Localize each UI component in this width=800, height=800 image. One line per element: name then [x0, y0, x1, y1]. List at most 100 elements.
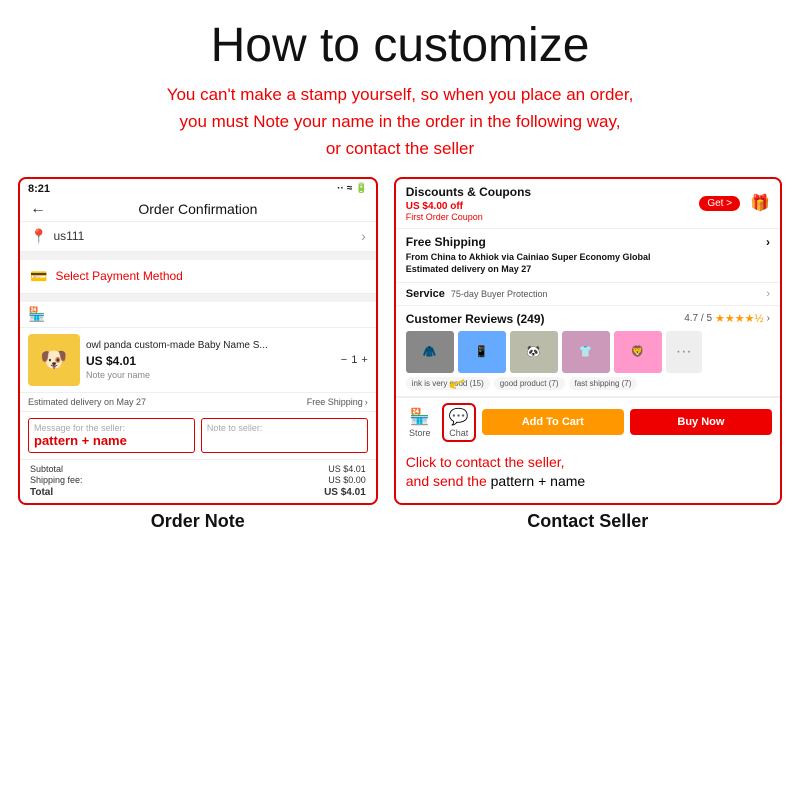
discount-right: Get > 🎁	[699, 193, 770, 213]
qty-control[interactable]: − 1 +	[341, 354, 368, 366]
click-seller-annotation: Click to contact the seller, and send th…	[396, 447, 780, 492]
and-send-text: and send the	[406, 473, 491, 489]
total-value: US $4.01	[324, 487, 366, 498]
reviews-rating: 4.7 / 5 ★★★★½ ›	[684, 312, 770, 325]
chat-button[interactable]: 💬 Chat	[442, 403, 476, 442]
note-seller-box[interactable]: Note to seller:	[201, 418, 368, 453]
address-row[interactable]: 📍 us111 ›	[20, 222, 376, 252]
review-thumb-4: 👕	[562, 331, 610, 373]
review-thumb-3: 🐼	[510, 331, 558, 373]
subtotal-value: US $4.01	[328, 464, 366, 474]
shipping-title-text: Free Shipping	[406, 235, 486, 249]
reviews-title: Customer Reviews (249)	[406, 312, 545, 326]
qty-minus[interactable]: −	[341, 354, 347, 366]
note-label: Note your name	[86, 370, 335, 380]
page-wrapper: How to customize You can't make a stamp …	[0, 0, 800, 532]
store-icon: 🏪	[410, 407, 430, 427]
reviews-chevron: ›	[767, 313, 770, 324]
chat-icon: 💬	[449, 407, 469, 427]
service-label: Service	[406, 288, 445, 300]
review-thumb-2: 📱	[458, 331, 506, 373]
product-price: US $4.01	[86, 354, 335, 368]
location-icon: 📍	[30, 228, 47, 245]
page-title: How to customize	[0, 0, 800, 81]
discount-label: First Order Coupon	[406, 212, 531, 222]
discount-offer: US $4.00 off	[406, 201, 531, 212]
payment-icon: 💳	[30, 268, 47, 285]
review-tag-3: fast shipping (7)	[569, 377, 638, 390]
product-row: 🐶 owl panda custom-made Baby Name S... U…	[20, 328, 376, 393]
delivery-row: Estimated delivery on May 27 Free Shippi…	[20, 393, 376, 412]
reviews-header: Customer Reviews (249) 4.7 / 5 ★★★★½ ›	[406, 312, 770, 326]
shipping-fee-label: Shipping fee:	[30, 475, 83, 485]
review-thumb-5: 🦁	[614, 331, 662, 373]
wifi-icon: ≈	[347, 183, 353, 194]
product-name: owl panda custom-made Baby Name S...	[86, 339, 335, 352]
add-to-cart-button[interactable]: Add To Cart	[482, 409, 624, 435]
store-icon-row: 🏪	[20, 302, 376, 328]
subtitle-line1: You can't make a stamp yourself, so when…	[30, 81, 770, 108]
left-panel-label: Order Note	[18, 511, 378, 532]
shipping-fee-row: Shipping fee: US $0.00	[30, 475, 366, 485]
divider-2	[20, 294, 376, 302]
review-thumb-more: ···	[666, 331, 702, 373]
review-thumb-1: 🧥	[406, 331, 454, 373]
coupon-icon: 🎁	[750, 193, 770, 213]
service-chevron: ›	[766, 288, 770, 300]
chat-label: Chat	[449, 428, 468, 438]
shipping-chevron-icon: ›	[766, 235, 770, 249]
status-bar: 8:21 ·· ≈ 🔋	[20, 179, 376, 197]
store-icon: 🏪	[28, 306, 45, 322]
shipping-delivery: Estimated delivery on May 27	[406, 264, 532, 274]
subtitle-line3: or contact the seller	[30, 135, 770, 162]
review-thumbnails: 🧥 📱 🐼 👕 🦁 ···	[406, 331, 770, 373]
divider-1	[20, 252, 376, 260]
panels-container: 8:21 ·· ≈ 🔋 ← Order Confirmation 📍 us111…	[0, 177, 800, 505]
shipping-chevron: ›	[365, 397, 368, 407]
qty-plus[interactable]: +	[361, 354, 367, 366]
payment-label: Select Payment Method	[55, 269, 182, 283]
back-button[interactable]: ←	[30, 200, 46, 218]
product-emoji: 🐶	[40, 347, 67, 373]
get-coupon-button[interactable]: Get >	[699, 196, 740, 211]
product-thumbnail: 🐶	[28, 334, 80, 386]
discount-title: Discounts & Coupons	[406, 185, 531, 199]
click-line1: Click to contact the seller,	[406, 453, 770, 473]
service-value: 75-day Buyer Protection	[451, 289, 548, 299]
store-label: Store	[409, 428, 431, 438]
product-info: owl panda custom-made Baby Name S... US …	[86, 339, 335, 380]
right-panel-label: Contact Seller	[394, 511, 782, 532]
subtotal-row: Subtotal US $4.01	[30, 464, 366, 474]
phone-header: ← Order Confirmation	[20, 197, 376, 222]
shipping-section: Free Shipping › From China to Akhiok via…	[396, 229, 780, 283]
message-boxes: Message for the seller: pattern + name N…	[20, 412, 376, 460]
rating-value: 4.7 / 5	[684, 313, 712, 324]
msg-seller-label: Message for the seller:	[34, 423, 189, 433]
shipping-title: Free Shipping ›	[406, 235, 770, 249]
chevron-icon: ›	[361, 228, 366, 244]
service-section: Service 75-day Buyer Protection ›	[396, 283, 780, 306]
subtitle-line2: you must Note your name in the order in …	[30, 108, 770, 135]
battery-icon: 🔋	[355, 183, 367, 194]
buy-now-button[interactable]: Buy Now	[630, 409, 772, 435]
discount-info: Discounts & Coupons US $4.00 off First O…	[406, 185, 531, 222]
message-seller-box[interactable]: Message for the seller: pattern + name	[28, 418, 195, 453]
totals-section: Subtotal US $4.01 Shipping fee: US $0.00…	[20, 460, 376, 503]
note-seller-label: Note to seller:	[207, 423, 362, 433]
stars-icon: ★★★★½	[715, 312, 764, 325]
pattern-name-annotation: pattern + name	[491, 473, 586, 489]
bottom-bar: ↙ 🏪 Store 💬 Chat Add To Cart Buy Now	[396, 397, 780, 447]
total-row: Total US $4.01	[30, 487, 366, 498]
store-button[interactable]: 🏪 Store	[404, 407, 436, 438]
review-tag-2: good product (7)	[494, 377, 565, 390]
shipping-fee-value: US $0.00	[328, 475, 366, 485]
right-panel: Discounts & Coupons US $4.00 off First O…	[394, 177, 782, 505]
shipping-details: From China to Akhiok via Cainiao Super E…	[406, 251, 770, 276]
discount-section: Discounts & Coupons US $4.00 off First O…	[396, 179, 780, 229]
payment-row[interactable]: 💳 Select Payment Method	[20, 260, 376, 294]
subtotal-label: Subtotal	[30, 464, 63, 474]
shipping-label: Free Shipping	[307, 397, 363, 407]
left-panel: 8:21 ·· ≈ 🔋 ← Order Confirmation 📍 us111…	[18, 177, 378, 505]
address-text: us111	[53, 229, 84, 243]
total-label: Total	[30, 487, 53, 498]
